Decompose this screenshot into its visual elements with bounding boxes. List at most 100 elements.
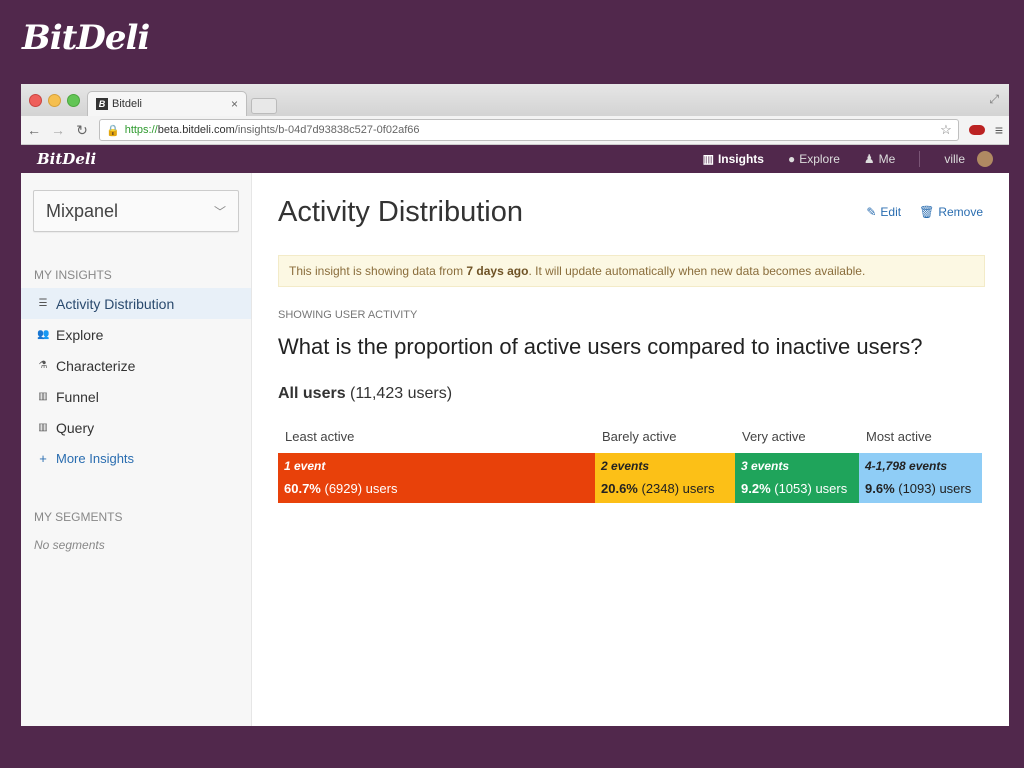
segment-events: 1 event	[284, 459, 326, 473]
segment-percent: 60.7%	[284, 481, 321, 496]
lock-icon: 🔒	[106, 124, 120, 137]
notice-prefix: This insight is showing data from	[289, 264, 464, 278]
sidebar-item-label: Funnel	[56, 388, 99, 405]
window-controls	[29, 94, 80, 107]
segment-percent: 9.6%	[865, 481, 895, 496]
more-insights-link[interactable]: + More Insights	[21, 443, 251, 474]
sidebar-item-explore[interactable]: 👥 Explore	[21, 319, 251, 350]
globe-icon: ●	[787, 152, 796, 166]
tab-bar: B Bitdeli × ⤢	[21, 84, 1009, 116]
chevron-down-icon: ﹀	[213, 204, 226, 219]
segment-stat: 9.2% (1053) users	[741, 481, 853, 496]
distribution-segment[interactable]: 3 events 9.2% (1053) users	[735, 453, 859, 503]
insight-question: What is the proportion of active users c…	[278, 334, 923, 359]
remove-label: Remove	[938, 205, 983, 219]
nav-explore-label: Explore	[799, 152, 840, 166]
plus-icon: +	[39, 451, 47, 466]
sidebar-item-activity-distribution[interactable]: ☰ Activity Distribution	[21, 288, 251, 319]
data-age-notice: This insight is showing data from 7 days…	[278, 255, 985, 287]
insight-subheading: SHOWING USER ACTIVITY	[278, 309, 418, 321]
sidebar-item-label: Query	[56, 419, 95, 436]
app-logo[interactable]: BitDeli	[37, 150, 96, 168]
sidebar-item-query[interactable]: ▥ Query	[21, 412, 251, 443]
user-menu[interactable]: ville	[944, 151, 993, 167]
new-tab-button[interactable]	[251, 98, 277, 114]
nav-me[interactable]: ♟ Me	[864, 152, 895, 166]
segment-events: 3 events	[741, 459, 790, 473]
segment-stat: 9.6% (1093) users	[865, 481, 976, 496]
sidebar-item-label: Explore	[56, 326, 104, 343]
distribution-bar: 1 event 60.7% (6929) users 2 events 20.6% (…	[278, 453, 985, 503]
minimize-window-button[interactable]	[48, 94, 61, 107]
distribution-segment[interactable]: 2 events 20.6% (2348) users	[595, 453, 735, 503]
nav-insights-label: Insights	[717, 152, 764, 166]
trash-icon: 🗑	[919, 205, 935, 219]
bitdeli-logo: BitDeli	[22, 18, 150, 58]
distribution-segment[interactable]: 4-1,798 events 9.6% (1093) users	[859, 453, 982, 503]
page-title: Activity Distribution	[278, 195, 523, 228]
edit-button[interactable]: ✎ Edit	[866, 205, 901, 219]
user-icon: ♟	[863, 152, 875, 166]
bitdeli-favicon-icon: B	[96, 98, 108, 110]
no-segments-text: No segments	[34, 538, 105, 552]
segment-count: (6929) users	[320, 481, 398, 496]
main-panel: Activity Distribution ✎ Edit 🗑 Remove This…	[252, 173, 1009, 726]
sidebar-item-funnel[interactable]: ▥ Funnel	[21, 381, 251, 412]
segment-percent: 9.2%	[741, 481, 771, 496]
browser-toolbar: ← → ↻ 🔒 https:// beta.bitdeli.com /insig…	[21, 116, 1009, 145]
segment-percent: 20.6%	[601, 481, 638, 496]
page-content: Mixpanel ﹀ MY INSIGHTS ☰ Activity Distri…	[21, 173, 1009, 726]
distribution-segment[interactable]: 1 event 60.7% (6929) users	[278, 453, 595, 503]
avatar	[977, 151, 993, 167]
browser-menu-icon[interactable]: ≡	[995, 122, 1003, 138]
users-icon: 👥	[37, 329, 50, 340]
segment-heading: Most active	[866, 429, 932, 444]
all-users-summary: All users (11,423 users)	[278, 385, 985, 403]
app-navbar: BitDeli ▥ Insights ● Explore ♟ Me ville	[21, 145, 1009, 173]
remove-button[interactable]: 🗑 Remove	[919, 205, 983, 219]
forward-arrow-icon[interactable]: →	[51, 122, 65, 138]
flask-icon: ⚗	[38, 360, 48, 371]
insights-list: ☰ Activity Distribution 👥 Explore ⚗ Char…	[21, 288, 251, 474]
address-bar[interactable]: 🔒 https:// beta.bitdeli.com /insights/b-…	[99, 119, 959, 141]
segment-heading: Very active	[742, 429, 806, 444]
my-insights-heading: MY INSIGHTS	[34, 268, 112, 282]
segment-count: (1093) users	[894, 481, 972, 496]
segment-events: 4-1,798 events	[865, 459, 948, 473]
nav-insights[interactable]: ▥ Insights	[703, 152, 764, 166]
sidebar: Mixpanel ﹀ MY INSIGHTS ☰ Activity Distri…	[21, 173, 252, 726]
segment-count: (2348) users	[637, 481, 715, 496]
list-icon: ☰	[38, 298, 48, 309]
url-host: beta.bitdeli.com	[157, 124, 235, 136]
notice-suffix: . It will update automatically when new …	[528, 264, 866, 278]
sidebar-item-characterize[interactable]: ⚗ Characterize	[21, 350, 251, 381]
bookmark-star-icon[interactable]: ☆	[940, 122, 952, 138]
tab-title: Bitdeli	[112, 98, 142, 110]
fullscreen-icon[interactable]: ⤢	[989, 92, 999, 107]
close-window-button[interactable]	[29, 94, 42, 107]
url-path: /insights/b-04d7d93838c527-0f02af66	[234, 124, 420, 136]
source-select-value: Mixpanel	[46, 200, 119, 221]
notice-bold: 7 days ago	[466, 264, 529, 278]
extension-icon[interactable]	[968, 125, 985, 135]
nav-me-label: Me	[878, 152, 896, 166]
maximize-window-button[interactable]	[67, 94, 80, 107]
more-insights-label: More Insights	[56, 451, 135, 466]
my-segments-heading: MY SEGMENTS	[34, 510, 123, 524]
nav-explore[interactable]: ● Explore	[788, 152, 840, 166]
close-tab-icon[interactable]: ×	[231, 97, 238, 111]
browser-tab[interactable]: B Bitdeli ×	[87, 91, 247, 116]
browser-window: B Bitdeli × ⤢ ← → ↻ 🔒 https:// beta.bitd…	[21, 84, 1009, 726]
back-arrow-icon[interactable]: ←	[27, 122, 41, 138]
source-select[interactable]: Mixpanel ﹀	[33, 190, 239, 232]
segment-count: (1053) users	[770, 481, 848, 496]
bar-chart-icon: ▥	[38, 391, 48, 402]
segment-events: 2 events	[601, 459, 650, 473]
all-users-label: All users	[278, 385, 346, 402]
segment-stat: 20.6% (2348) users	[601, 481, 729, 496]
nav-divider	[919, 151, 921, 167]
sidebar-item-label: Activity Distribution	[56, 295, 175, 312]
reload-icon[interactable]: ↻	[75, 122, 89, 139]
bar-chart-icon: ▥	[702, 152, 714, 166]
edit-icon: ✎	[866, 205, 877, 219]
